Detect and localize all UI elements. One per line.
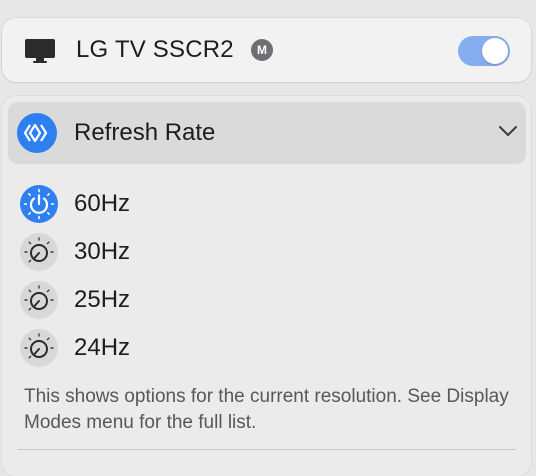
power-icon [20, 185, 58, 223]
dial-icon [20, 281, 58, 319]
dial-icon [20, 329, 58, 367]
mode-badge: M [251, 39, 273, 61]
option-label: 60Hz [74, 190, 131, 217]
option-25hz[interactable]: 25Hz [18, 278, 318, 322]
option-60hz[interactable]: 60Hz [18, 182, 318, 226]
divider [18, 449, 516, 450]
chevron-down-icon[interactable] [498, 124, 518, 138]
option-24hz[interactable]: 24Hz [18, 326, 318, 370]
resolution-note: This shows options for the current resol… [24, 386, 509, 433]
refresh-rate-title: Refresh Rate [74, 119, 216, 146]
option-label: 24Hz [74, 334, 131, 361]
dial-icon [20, 233, 58, 271]
toggle-knob [482, 38, 508, 64]
display-icon [25, 39, 55, 63]
device-card: LG TV SSCR2 M [2, 18, 531, 82]
option-label: 25Hz [74, 286, 131, 313]
device-name: LG TV SSCR2 [76, 36, 234, 63]
refresh-rate-icon [17, 113, 57, 153]
refresh-rate-header[interactable]: Refresh Rate [8, 102, 526, 164]
display-toggle[interactable] [458, 36, 510, 66]
option-label: 30Hz [74, 238, 131, 265]
refresh-rate-panel: Refresh Rate 60Hz 30Hz 25Hz 24Hz This sh… [2, 96, 531, 476]
option-30hz[interactable]: 30Hz [18, 230, 318, 274]
